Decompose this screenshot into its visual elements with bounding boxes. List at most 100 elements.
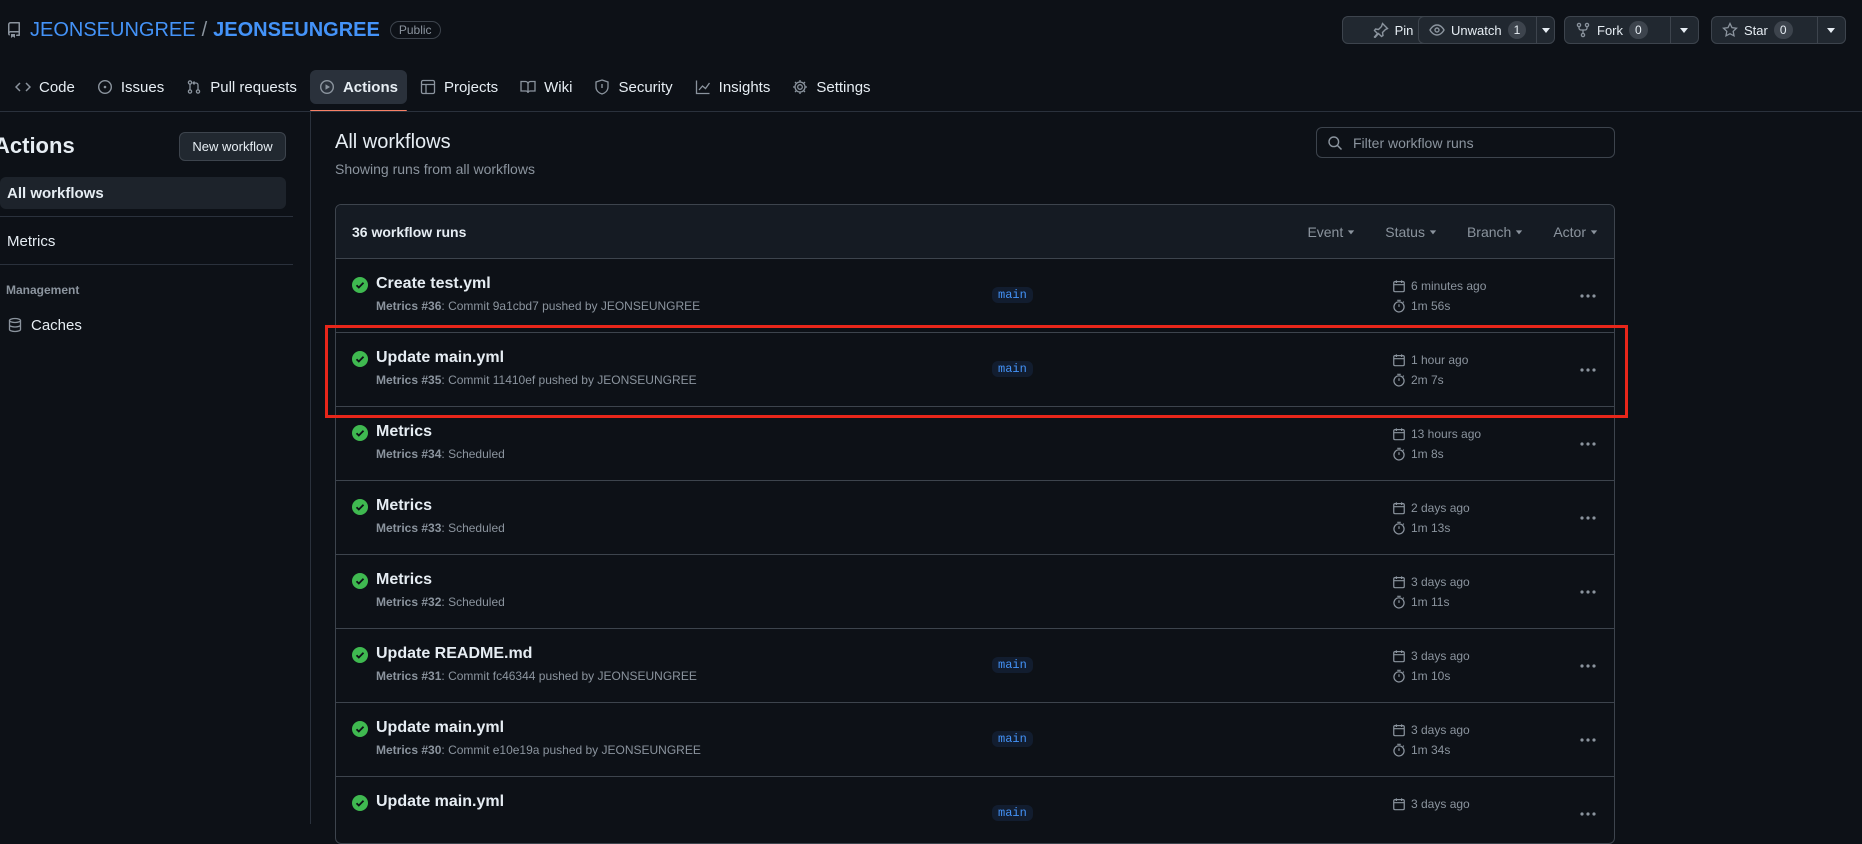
actor-filter-dropdown[interactable]: Actor bbox=[1553, 224, 1598, 240]
run-number: #30 bbox=[421, 743, 442, 757]
workflow-run-row[interactable]: Update README.md Metrics #31: Commit fc46… bbox=[336, 629, 1614, 703]
unwatch-label: Unwatch bbox=[1451, 22, 1502, 38]
tab-wiki[interactable]: Wiki bbox=[511, 70, 581, 104]
run-subtitle: Metrics #33: Scheduled bbox=[376, 521, 505, 535]
run-title-link[interactable]: Create test.yml bbox=[376, 275, 491, 293]
eye-icon bbox=[1429, 22, 1445, 38]
run-title-link[interactable]: Update README.md bbox=[376, 645, 532, 663]
run-workflow-name: Metrics bbox=[376, 669, 419, 683]
run-title-link[interactable]: Metrics bbox=[376, 571, 432, 589]
tab-label: Security bbox=[618, 78, 673, 96]
sidebar-item-caches[interactable]: Caches bbox=[0, 309, 286, 341]
tab-pull-requests[interactable]: Pull requests bbox=[177, 70, 306, 104]
workflow-run-row[interactable]: Update main.yml Metrics #30: Commit e10e1… bbox=[336, 703, 1614, 777]
unwatch-dropdown-button[interactable] bbox=[1536, 17, 1554, 43]
run-time-label: 3 days ago bbox=[1411, 649, 1470, 663]
fork-dropdown-button[interactable] bbox=[1669, 17, 1698, 43]
sidebar-border bbox=[310, 112, 311, 824]
run-timestamp: 3 days ago bbox=[1392, 723, 1470, 737]
star-button[interactable]: Star 0 bbox=[1712, 17, 1817, 43]
branch-badge[interactable]: main bbox=[992, 287, 1033, 303]
run-subtitle: Metrics #31: Commit fc46344 pushed by JE… bbox=[376, 669, 697, 683]
run-duration: 1m 8s bbox=[1392, 447, 1444, 461]
kebab-horizontal-icon[interactable] bbox=[1574, 433, 1602, 455]
kebab-horizontal-icon[interactable] bbox=[1574, 581, 1602, 603]
run-timestamp: 13 hours ago bbox=[1392, 427, 1481, 441]
sidebar-item-metrics[interactable]: Metrics bbox=[0, 225, 286, 257]
run-number: #36 bbox=[421, 299, 442, 313]
stopwatch-icon bbox=[1392, 669, 1406, 683]
branch-badge[interactable]: main bbox=[992, 805, 1033, 821]
run-timestamp: 3 days ago bbox=[1392, 797, 1470, 811]
run-title-link[interactable]: Update main.yml bbox=[376, 349, 504, 367]
run-duration-label: 1m 8s bbox=[1411, 447, 1444, 461]
repo-breadcrumb: JEONSEUNGREE / JEONSEUNGREE Public bbox=[6, 15, 441, 45]
run-subtitle: Metrics #30: Commit e10e19a pushed by JE… bbox=[376, 743, 701, 757]
branch-filter-dropdown[interactable]: Branch bbox=[1467, 224, 1523, 240]
tab-security[interactable]: Security bbox=[585, 70, 681, 104]
run-title-link[interactable]: Update main.yml bbox=[376, 719, 504, 737]
kebab-horizontal-icon[interactable] bbox=[1574, 507, 1602, 529]
tab-insights[interactable]: Insights bbox=[686, 70, 780, 104]
run-title-link[interactable]: Update main.yml bbox=[376, 793, 504, 811]
database-icon bbox=[7, 317, 23, 333]
new-workflow-button[interactable]: New workflow bbox=[179, 132, 286, 161]
event-filter-dropdown[interactable]: Event bbox=[1307, 224, 1355, 240]
run-number: #32 bbox=[421, 595, 442, 609]
run-workflow-name: Metrics bbox=[376, 743, 419, 757]
run-duration-label: 1m 56s bbox=[1411, 299, 1451, 313]
fork-button[interactable]: Fork 0 bbox=[1565, 17, 1670, 43]
stopwatch-icon bbox=[1392, 595, 1406, 609]
run-number: #34 bbox=[421, 447, 442, 461]
repo-name-link[interactable]: JEONSEUNGREE bbox=[213, 19, 380, 42]
tabs-divider bbox=[0, 111, 1862, 112]
visibility-badge: Public bbox=[389, 21, 441, 39]
branch-badge[interactable]: main bbox=[992, 361, 1033, 377]
workflow-runs-count: 36 workflow runs bbox=[352, 223, 467, 240]
sidebar-item-all-workflows[interactable]: All workflows bbox=[0, 177, 286, 209]
run-workflow-name: Metrics bbox=[376, 521, 419, 535]
kebab-horizontal-icon[interactable] bbox=[1574, 655, 1602, 677]
tab-actions[interactable]: Actions bbox=[309, 70, 407, 112]
workflow-run-row[interactable]: Metrics Metrics #33: Scheduled 2 days ago 1… bbox=[336, 481, 1614, 555]
tab-issues[interactable]: Issues bbox=[88, 70, 173, 104]
kebab-horizontal-icon[interactable] bbox=[1574, 729, 1602, 751]
workflow-run-row[interactable]: Metrics Metrics #34: Scheduled 13 hours ag… bbox=[336, 407, 1614, 481]
workflow-run-row[interactable]: Update main.yml main 3 days ago bbox=[336, 777, 1614, 843]
repo-owner-link[interactable]: JEONSEUNGREE bbox=[30, 19, 196, 42]
pin-label: Pin bbox=[1394, 22, 1414, 38]
success-check-icon bbox=[352, 351, 368, 367]
kebab-horizontal-icon[interactable] bbox=[1574, 359, 1602, 381]
sidebar-title: Actions bbox=[0, 133, 75, 158]
run-title-link[interactable]: Metrics bbox=[376, 497, 432, 515]
run-workflow-name: Metrics bbox=[376, 299, 419, 313]
workflow-run-row[interactable]: Update main.yml Metrics #35: Commit 11410… bbox=[336, 333, 1614, 407]
unwatch-button[interactable]: Unwatch 1 bbox=[1419, 17, 1536, 43]
run-time-label: 3 days ago bbox=[1411, 723, 1470, 737]
gear-icon bbox=[792, 79, 808, 95]
branch-badge[interactable]: main bbox=[992, 731, 1033, 747]
workflow-run-row[interactable]: Metrics Metrics #32: Scheduled 3 days ago 1… bbox=[336, 555, 1614, 629]
stopwatch-icon bbox=[1392, 447, 1406, 461]
tab-label: Settings bbox=[816, 78, 871, 96]
run-description: : Scheduled bbox=[441, 447, 505, 461]
tab-label: Pull requests bbox=[210, 78, 297, 96]
status-filter-dropdown[interactable]: Status bbox=[1385, 224, 1437, 240]
tab-settings[interactable]: Settings bbox=[783, 70, 879, 104]
play-icon bbox=[319, 79, 335, 95]
tab-code[interactable]: Code bbox=[6, 70, 84, 104]
caret-down-icon bbox=[1515, 228, 1523, 236]
tab-label: Issues bbox=[120, 78, 165, 96]
sidebar-divider bbox=[0, 216, 293, 217]
star-icon bbox=[1722, 22, 1738, 38]
kebab-horizontal-icon[interactable] bbox=[1574, 803, 1602, 825]
branch-badge[interactable]: main bbox=[992, 657, 1033, 673]
run-title-link[interactable]: Metrics bbox=[376, 423, 432, 441]
star-dropdown-button[interactable] bbox=[1816, 17, 1845, 43]
run-time-label: 3 days ago bbox=[1411, 797, 1470, 811]
workflow-run-row[interactable]: Create test.yml Metrics #36: Commit 9a1cb… bbox=[336, 259, 1614, 333]
star-count: 0 bbox=[1773, 21, 1793, 39]
tab-projects[interactable]: Projects bbox=[411, 70, 507, 104]
filter-workflow-runs-input[interactable] bbox=[1351, 133, 1605, 152]
kebab-horizontal-icon[interactable] bbox=[1574, 285, 1602, 307]
